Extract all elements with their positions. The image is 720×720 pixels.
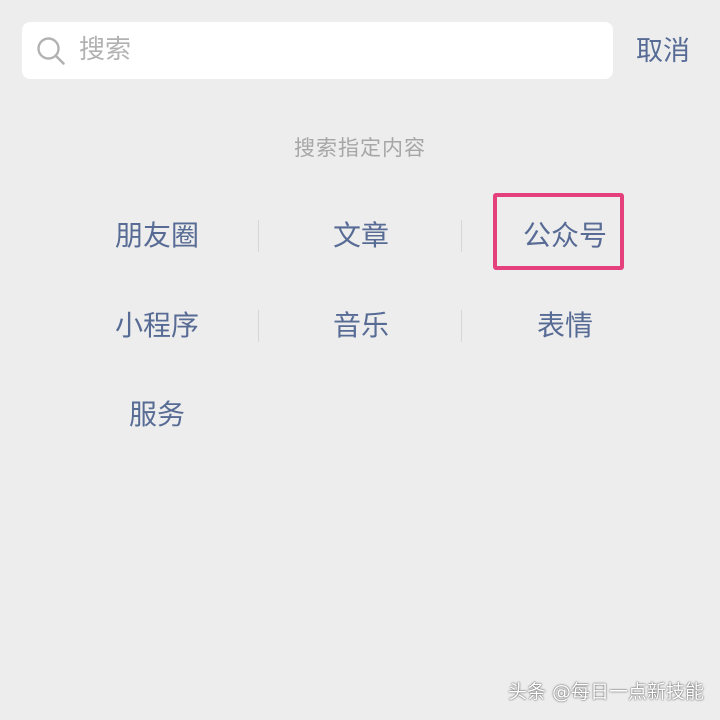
category-label[interactable]: 文章 (333, 216, 389, 256)
category-label[interactable]: 朋友圈 (115, 216, 199, 256)
category-row-2: 小程序 音乐 表情 (55, 301, 667, 351)
search-input[interactable] (79, 30, 589, 70)
category-articles[interactable]: 文章 (259, 211, 463, 261)
category-moments[interactable]: 朋友圈 (55, 211, 259, 261)
cancel-button[interactable]: 取消 (636, 34, 690, 70)
category-label[interactable]: 服务 (129, 395, 185, 435)
category-label[interactable]: 小程序 (115, 306, 199, 346)
watermark: 头条 @每日一点新技能 (507, 681, 704, 703)
divider (461, 310, 462, 342)
search-icon (36, 36, 66, 66)
category-label[interactable]: 表情 (537, 306, 593, 346)
highlight-annotation (493, 193, 624, 270)
category-row-3: 服务 (55, 390, 667, 440)
divider (461, 220, 462, 252)
divider (258, 310, 259, 342)
category-mini-programs[interactable]: 小程序 (55, 301, 259, 351)
category-music[interactable]: 音乐 (259, 301, 463, 351)
category-label[interactable]: 音乐 (333, 306, 389, 346)
search-hint: 搜索指定内容 (294, 136, 426, 160)
divider (258, 220, 259, 252)
category-stickers[interactable]: 表情 (463, 301, 667, 351)
category-services[interactable]: 服务 (55, 390, 259, 440)
search-bar[interactable] (22, 22, 613, 79)
